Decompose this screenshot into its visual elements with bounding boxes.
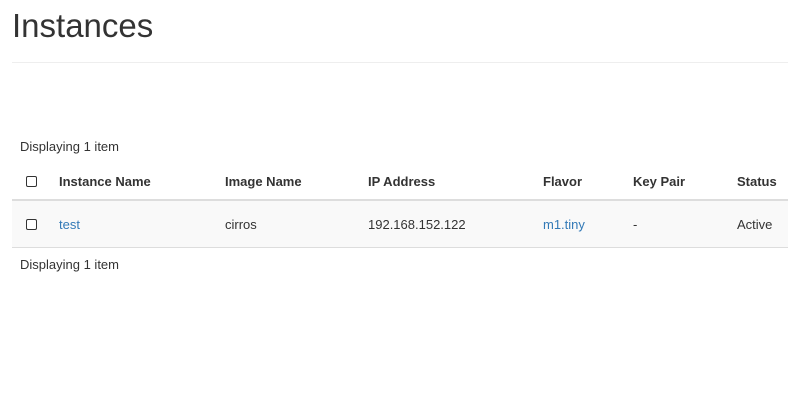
flavor-link[interactable]: m1.tiny [543,217,585,232]
instances-table: Instance Name Image Name IP Address Flav… [12,163,788,248]
flavor-cell: m1.tiny [543,201,585,247]
table-row: test cirros 192.168.152.122 m1.tiny - Ac… [12,201,788,248]
image-name-cell: cirros [225,216,257,232]
row-select-checkbox[interactable] [26,218,37,230]
column-header-flavor[interactable]: Flavor [543,163,582,199]
page-title: Instances [12,7,154,44]
item-count-bottom: Displaying 1 item [20,257,119,272]
table-header: Instance Name Image Name IP Address Flav… [12,163,788,201]
title-divider [12,62,788,63]
key-pair-cell: - [633,216,638,232]
instance-name-link[interactable]: test [59,217,80,232]
column-header-status[interactable]: Status [737,163,777,199]
column-header-key-pair[interactable]: Key Pair [633,163,685,199]
ip-address-cell: 192.168.152.122 [368,216,466,232]
column-header-instance-name[interactable]: Instance Name [59,163,151,199]
header-checkbox-cell [26,163,37,199]
column-header-ip-address[interactable]: IP Address [368,163,435,199]
select-all-checkbox[interactable] [26,175,37,187]
item-count-top: Displaying 1 item [20,139,119,154]
status-cell: Active [737,216,773,232]
instance-name-cell: test [59,201,80,247]
page: Instances Displaying 1 item Instance Nam… [0,0,788,405]
row-checkbox-cell [26,201,37,247]
column-header-image-name[interactable]: Image Name [225,163,302,199]
